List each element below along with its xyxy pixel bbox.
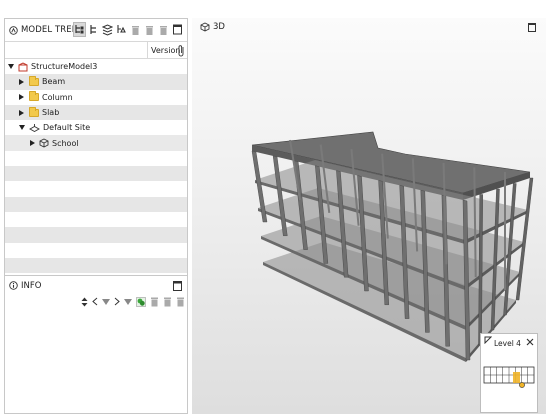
tree-item-label: School <box>52 138 79 148</box>
attachment-icon[interactable] <box>177 44 186 57</box>
minimap-close-icon[interactable] <box>526 338 534 346</box>
delete-icon[interactable] <box>150 296 159 307</box>
tree-item-structuremodel3[interactable]: StructureModel3 <box>5 59 187 74</box>
viewport-3d-panel: 3D Level 4 <box>192 18 546 414</box>
expand-arrow-icon[interactable] <box>8 64 14 70</box>
tree-empty-row <box>5 181 187 196</box>
folder-icon <box>29 106 39 117</box>
maximize-icon[interactable] <box>172 23 183 36</box>
dropdown-icon[interactable] <box>124 298 132 305</box>
tree-item-default-site[interactable]: Default Site <box>5 120 187 135</box>
model-icon <box>18 62 28 72</box>
back-column <box>473 167 477 278</box>
trash-icon[interactable] <box>176 296 185 307</box>
level-label: Level 4 <box>494 339 521 348</box>
tree-item-label: Slab <box>42 108 60 118</box>
tree-empty-row <box>5 166 187 182</box>
tree-item-label: Beam <box>42 77 66 87</box>
column-divider[interactable] <box>147 42 148 58</box>
previous-icon[interactable] <box>92 297 98 306</box>
tree-empty-row <box>5 243 187 258</box>
info-icon <box>9 281 18 290</box>
level-minimap: Level 4 <box>480 333 538 413</box>
tree-item-beam[interactable]: Beam <box>5 74 187 90</box>
layers-icon[interactable] <box>101 23 114 36</box>
version-column-label[interactable]: Version <box>151 46 180 55</box>
info-maximize-icon[interactable] <box>173 281 182 291</box>
tree-empty-row <box>5 151 187 166</box>
tree-item-label: Column <box>42 92 73 102</box>
left-panel: MODEL TREE Version StructureModel3 Beam … <box>4 18 188 414</box>
model-tree-icon <box>9 25 18 35</box>
cube-icon <box>39 138 49 148</box>
toggle-green-icon[interactable] <box>136 296 146 307</box>
delete-all-icon[interactable] <box>144 23 155 36</box>
info-header: INFO <box>5 275 187 295</box>
tree-column-header: Version <box>5 41 187 59</box>
tree-item-column[interactable]: Column <box>5 90 187 105</box>
model-tree-list: StructureModel3 Beam Column Slab Default… <box>5 59 187 274</box>
filter-icon[interactable] <box>116 23 127 36</box>
delete-icon[interactable] <box>163 296 172 307</box>
info-toolbar <box>81 296 185 307</box>
tree-item-school[interactable]: School <box>5 135 187 151</box>
plan-highlight <box>513 372 520 383</box>
next-icon[interactable] <box>114 297 120 306</box>
info-title: INFO <box>21 280 42 291</box>
expand-arrow-icon[interactable] <box>19 78 24 85</box>
tree-item-label: Default Site <box>43 123 91 133</box>
folder-icon <box>29 75 39 86</box>
expand-arrow-icon[interactable] <box>19 94 24 101</box>
front-column <box>272 155 288 237</box>
tree-view-icon[interactable] <box>73 22 86 37</box>
tree-item-label: StructureModel3 <box>31 62 98 72</box>
hierarchy-icon[interactable] <box>88 23 99 36</box>
minimap-corner-icon <box>484 336 492 344</box>
site-icon <box>29 123 40 132</box>
model-tree-header: MODEL TREE <box>5 19 187 41</box>
trash-icon[interactable] <box>158 23 169 36</box>
expand-arrow-icon[interactable] <box>19 109 24 116</box>
delete-icon[interactable] <box>130 23 141 36</box>
tree-empty-row <box>5 212 187 227</box>
tree-empty-row <box>5 196 187 212</box>
dropdown-icon[interactable] <box>102 298 110 305</box>
tree-empty-row <box>5 257 187 274</box>
model-tree-title: MODEL TREE <box>21 25 78 35</box>
camera-marker <box>519 382 525 388</box>
tree-item-slab[interactable]: Slab <box>5 104 187 121</box>
expand-arrow-icon[interactable] <box>30 140 35 147</box>
folder-icon <box>29 91 39 102</box>
side-column <box>515 177 534 301</box>
sort-icon[interactable] <box>81 297 88 307</box>
tree-empty-row <box>5 227 187 243</box>
collapse-arrow-icon[interactable] <box>19 125 25 131</box>
level-grid-plan[interactable] <box>483 363 535 393</box>
